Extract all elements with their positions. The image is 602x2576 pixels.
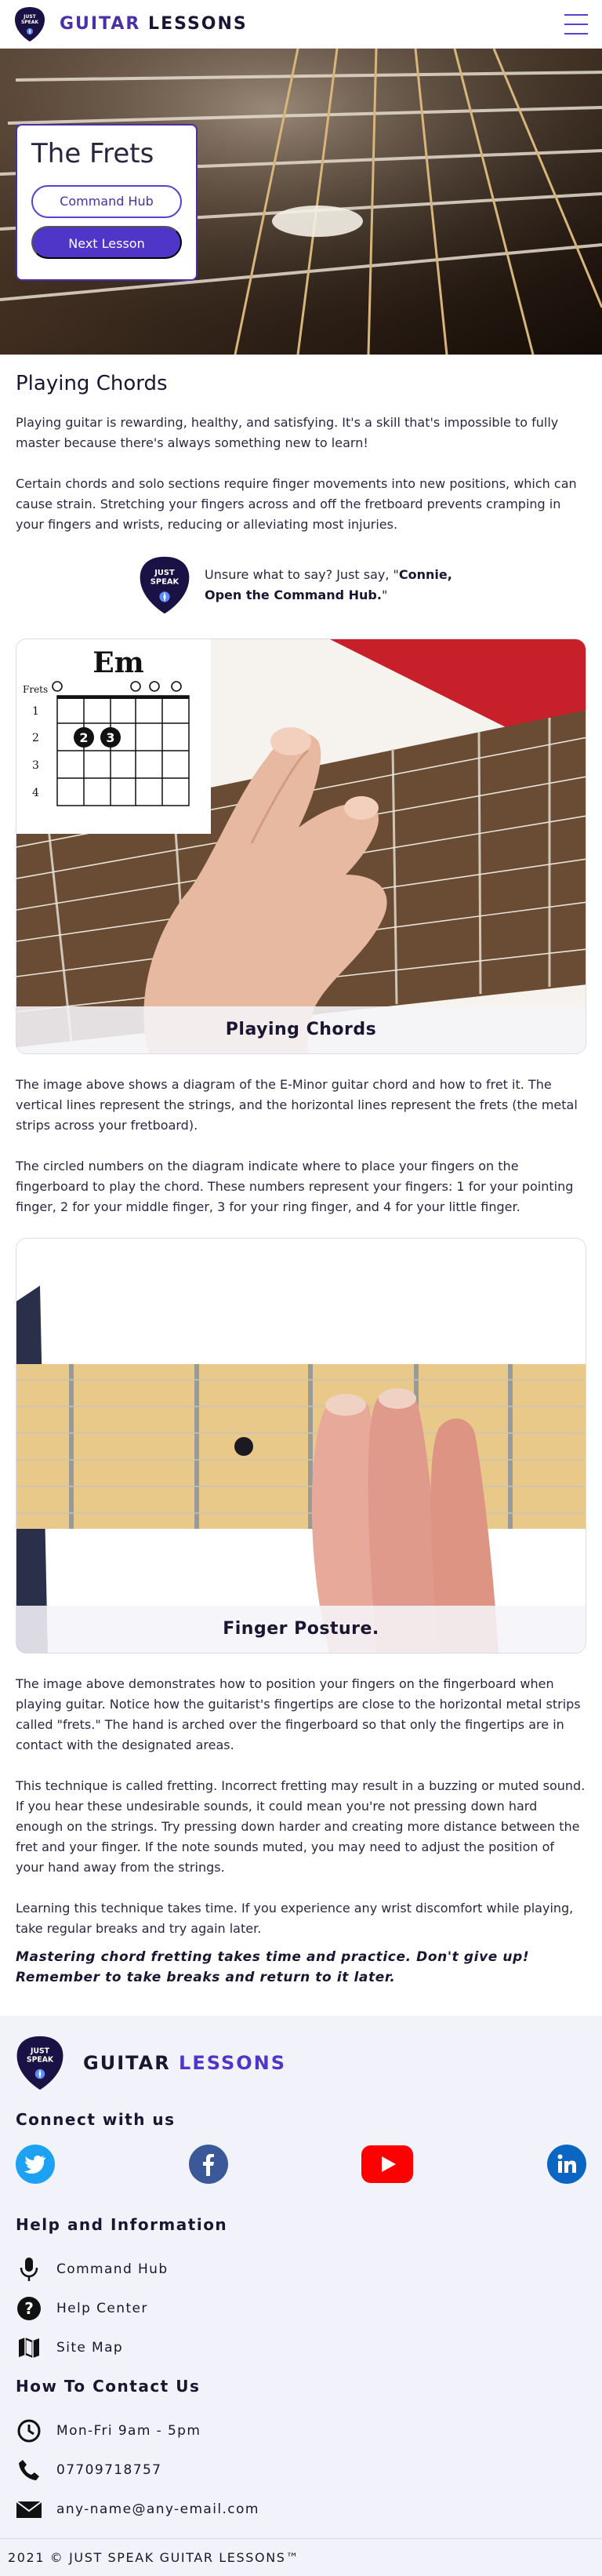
svg-text:JUST: JUST [23, 14, 36, 20]
next-lesson-button[interactable]: Next Lesson [31, 226, 182, 259]
site-footer: JUST SPEAK GUITAR LESSONS Connect with u… [0, 2016, 602, 2576]
youtube-icon[interactable] [361, 2145, 414, 2183]
svg-text:3: 3 [32, 759, 39, 772]
svg-text:2: 2 [32, 732, 39, 744]
command-hub-button[interactable]: Command Hub [31, 185, 182, 218]
linkedin-icon[interactable] [546, 2145, 586, 2184]
paragraph: Certain chords and solo sections require… [16, 476, 577, 532]
just-speak-logo[interactable]: JUST SPEAK [14, 6, 45, 42]
figure-caption: Playing Chords [16, 1006, 586, 1053]
microphone-icon [16, 2256, 42, 2283]
just-speak-logo: JUST SPEAK [16, 2036, 63, 2090]
clock-icon [16, 2418, 42, 2444]
just-speak-logo: JUST SPEAK [140, 556, 190, 614]
social-links [16, 2145, 586, 2184]
paragraph: Learning this technique takes time. If y… [16, 1901, 574, 1936]
page-title: The Frets [31, 138, 154, 169]
footer-link-site-map[interactable]: Site Map [16, 2328, 586, 2367]
contact-email[interactable]: any-name@any-email.com [16, 2490, 586, 2529]
svg-text:JUST: JUST [154, 569, 175, 577]
footer-link-command-hub[interactable]: Command Hub [16, 2250, 586, 2289]
voice-tip-text: Unsure what to say? Just say, "Connie, O… [205, 567, 452, 602]
phone-icon [16, 2457, 42, 2483]
hero-card: The Frets Command Hub Next Lesson [16, 124, 198, 281]
twitter-icon[interactable] [16, 2145, 55, 2184]
contact-info: Mon-Fri 9am - 5pm 07709718757 any-name@a… [16, 2411, 586, 2529]
voice-tip: JUST SPEAK Unsure what to say? Just say,… [16, 555, 586, 615]
svg-text:Em: Em [92, 646, 144, 679]
brand-name[interactable]: GUITAR LESSONS [60, 14, 248, 34]
facebook-icon[interactable] [188, 2145, 228, 2184]
paragraph: The circled numbers on the diagram indic… [16, 1159, 574, 1214]
svg-text:4: 4 [32, 787, 39, 799]
chord-figure: Em Frets 1 2 3 4 2 3 Playing Chords [16, 639, 586, 1054]
svg-text:?: ? [24, 2299, 34, 2318]
copyright: 2021 © JUST SPEAK GUITAR LESSONS™ [0, 2538, 602, 2576]
encouragement-text: Mastering chord fretting takes time and … [16, 1949, 530, 1985]
help-heading: Help and Information [16, 2215, 228, 2234]
connect-heading: Connect with us [16, 2110, 176, 2129]
footer-brand[interactable]: JUST SPEAK GUITAR LESSONS [16, 2035, 586, 2091]
paragraph: The image above demonstrates how to posi… [16, 1676, 581, 1752]
em-chord-photo: Em Frets 1 2 3 4 2 3 [16, 639, 586, 1053]
section-title: Playing Chords [16, 372, 168, 395]
figure-caption: Finger Posture. [16, 1606, 586, 1653]
finger-posture-figure: Finger Posture. [16, 1238, 586, 1654]
contact-phone[interactable]: 07709718757 [16, 2450, 586, 2490]
svg-text:2: 2 [79, 730, 88, 745]
contact-hours: Mon-Fri 9am - 5pm [16, 2411, 586, 2450]
contact-heading: How To Contact Us [16, 2377, 201, 2396]
paragraph: The image above shows a diagram of the E… [16, 1077, 578, 1133]
svg-text:SPEAK: SPEAK [21, 20, 38, 25]
footer-link-help-center[interactable]: ? Help Center [16, 2289, 586, 2328]
help-links: Command Hub ? Help Center Site Map [16, 2250, 586, 2367]
svg-text:JUST: JUST [30, 2047, 50, 2056]
map-icon [16, 2334, 42, 2361]
svg-text:SPEAK: SPEAK [27, 2055, 54, 2064]
svg-text:3: 3 [106, 730, 114, 745]
svg-text:Frets: Frets [23, 684, 48, 695]
svg-text:SPEAK: SPEAK [150, 577, 180, 586]
site-header: JUST SPEAK GUITAR LESSONS [0, 0, 602, 49]
paragraph: This technique is called fretting. Incor… [16, 1778, 586, 1875]
paragraph: Playing guitar is rewarding, healthy, an… [16, 415, 559, 450]
help-circle-icon: ? [16, 2295, 42, 2322]
finger-posture-photo [16, 1239, 586, 1653]
hamburger-icon[interactable] [564, 13, 588, 35]
hero-banner: The Frets Command Hub Next Lesson [0, 49, 602, 355]
lesson-content: Playing Chords Playing guitar is rewardi… [0, 355, 602, 1988]
email-icon [16, 2496, 42, 2523]
svg-text:1: 1 [32, 705, 39, 718]
